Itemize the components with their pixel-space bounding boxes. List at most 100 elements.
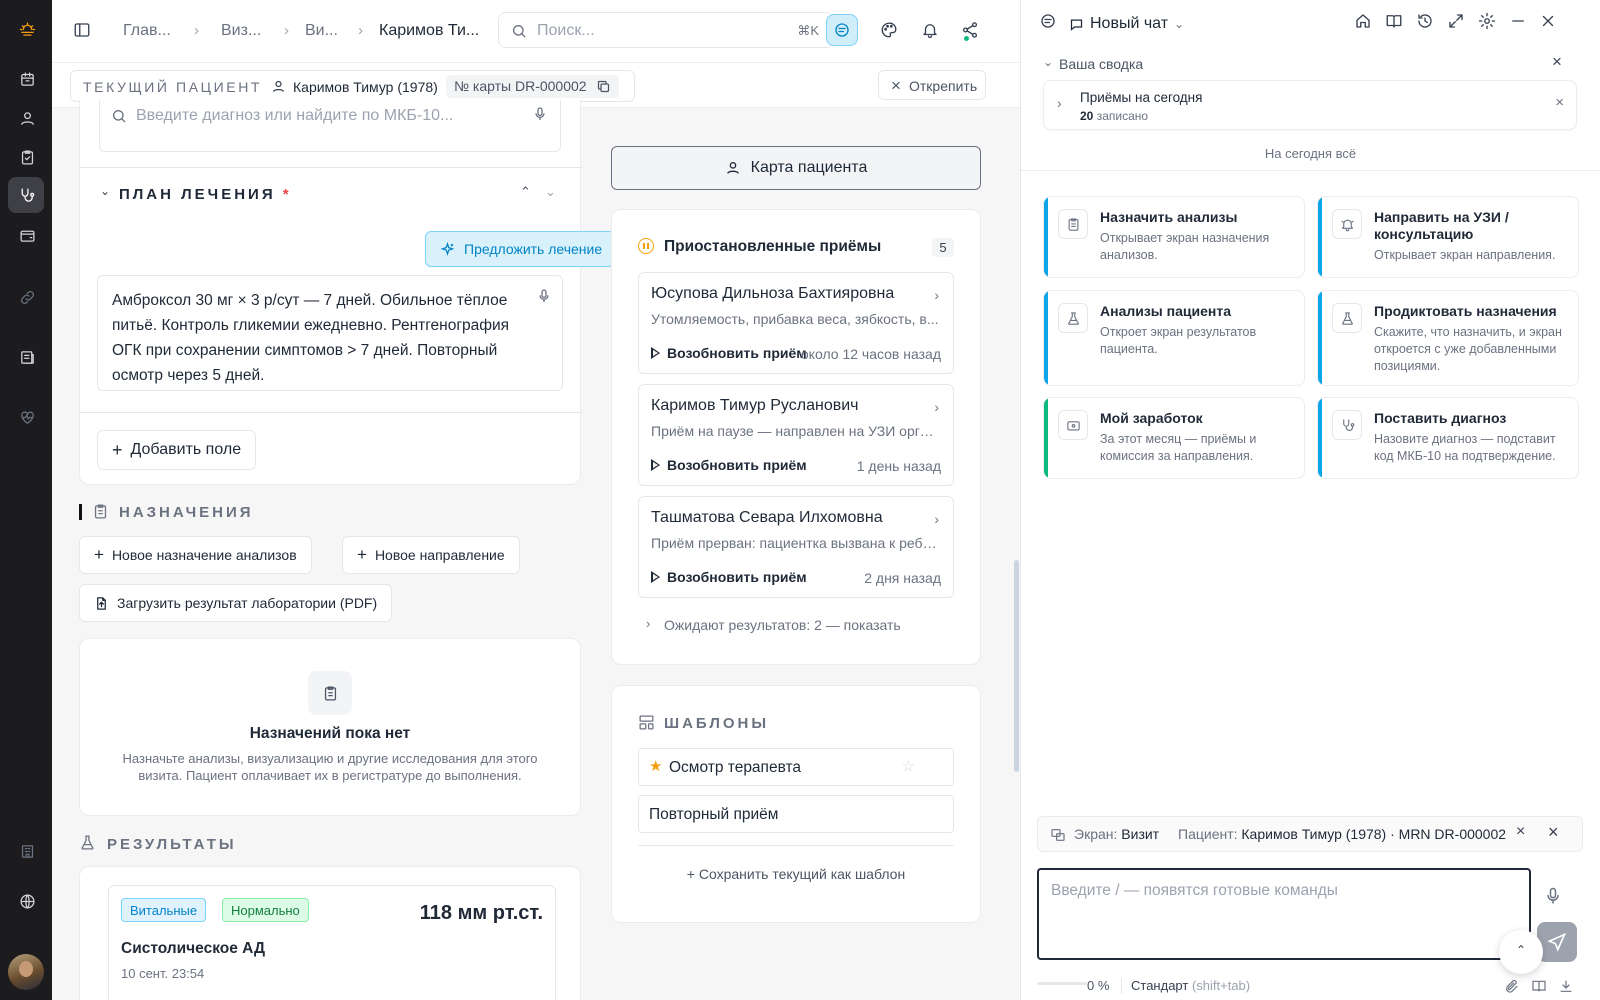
awaiting-results-toggle[interactable]: Ожидают результатов: 2 — показать xyxy=(664,617,901,633)
quick-action-tile[interactable]: Назначить анализы Открывает экран назнач… xyxy=(1043,196,1305,278)
scroll-to-top-button[interactable]: ⌃ xyxy=(1499,930,1543,974)
expand-icon[interactable] xyxy=(1447,12,1469,34)
result-date: 10 сент. 23:54 xyxy=(121,966,205,981)
suspended-reason: Приём на паузе — направлен на УЗИ орган.… xyxy=(651,423,941,439)
gear-icon[interactable] xyxy=(1478,12,1500,34)
star-filled-icon[interactable]: ★ xyxy=(649,757,662,775)
mic-icon[interactable] xyxy=(532,106,548,122)
search-placeholder: Поиск... xyxy=(537,22,595,39)
stethoscope-icon[interactable] xyxy=(8,177,44,213)
template-name: Осмотр терапевта xyxy=(669,759,802,776)
heart-pulse-icon[interactable] xyxy=(14,404,40,430)
new-referral-button[interactable]: + Новое направление xyxy=(342,536,520,574)
minimize-icon[interactable] xyxy=(1509,12,1531,34)
resume-visit-button[interactable]: Возобновить приём xyxy=(651,457,807,473)
sun-logo-icon[interactable] xyxy=(14,16,40,42)
calendar-icon[interactable] xyxy=(14,66,40,92)
close-icon[interactable]: × xyxy=(1555,94,1564,111)
globe-icon[interactable] xyxy=(14,888,40,914)
quick-action-tile[interactable]: Анализы пациента Откроет экран результат… xyxy=(1043,290,1305,386)
wallet-icon xyxy=(1058,410,1088,440)
quick-action-tile[interactable]: Мой заработок За этот месяц — приёмы и к… xyxy=(1043,397,1305,479)
unpin-button[interactable]: × Открепить xyxy=(878,70,986,100)
suspended-visit-card[interactable]: Ташматова Севара Илхомовна › Приём прерв… xyxy=(638,496,954,598)
divider xyxy=(1021,170,1600,171)
suspended-visit-card[interactable]: Юсупова Дильноза Бахтияровна › Утомляемо… xyxy=(638,272,954,374)
save-template-button[interactable]: + Сохранить текущий как шаблон xyxy=(638,866,954,882)
chevron-right-icon: › xyxy=(194,22,199,39)
remove-patient-icon[interactable]: × xyxy=(1516,823,1525,841)
diagnosis-search-input[interactable]: Введите диагноз или найдите по МКБ-10... xyxy=(99,100,561,152)
palette-icon[interactable] xyxy=(873,14,905,46)
tile-desc: Скажите, что назначить, и экран откроетс… xyxy=(1374,325,1562,373)
suspended-count-badge: 5 xyxy=(932,238,954,257)
result-card[interactable]: Витальные Нормально 118 мм рт.ст. Систол… xyxy=(108,885,556,1000)
quick-action-tile[interactable]: Продиктовать назначения Скажите, что наз… xyxy=(1317,290,1579,386)
close-icon[interactable] xyxy=(1539,12,1561,34)
close-icon[interactable]: × xyxy=(1552,52,1562,72)
breadcrumb-visits[interactable]: Виз... xyxy=(221,22,261,40)
suspended-visit-card[interactable]: Каримов Тимур Русланович › Приём на пауз… xyxy=(638,384,954,486)
chat-title-dropdown[interactable]: Новый чат ⌄ xyxy=(1069,13,1184,35)
avatar[interactable] xyxy=(8,954,44,990)
new-lab-order-button[interactable]: + Новое назначение анализов xyxy=(79,536,312,574)
add-field-button[interactable]: + Добавить поле xyxy=(97,430,257,470)
patient-card-button[interactable]: Карта пациента xyxy=(611,146,981,190)
template-item[interactable]: Повторный приём xyxy=(638,795,954,833)
upload-lab-pdf-button[interactable]: Загрузить результат лаборатории (PDF) xyxy=(79,584,393,622)
copy-icon[interactable] xyxy=(596,79,611,94)
patient-name: Каримов Тимур (1978) xyxy=(293,79,438,95)
book-icon[interactable] xyxy=(1531,978,1547,994)
chevron-down-icon[interactable]: ⌄ xyxy=(1043,55,1053,69)
chevron-right-icon: › xyxy=(934,287,939,303)
chat-input[interactable]: Введите / — появятся готовые команды xyxy=(1037,868,1531,960)
header: Глав... › Виз... › Ви... › Каримов Ти...… xyxy=(52,0,1020,62)
layout-template-icon xyxy=(639,715,654,730)
user-icon[interactable] xyxy=(14,105,40,131)
template-item[interactable]: ★ Осмотр терапевта ☆ xyxy=(638,748,954,786)
building-icon[interactable] xyxy=(14,838,40,864)
link-icon[interactable] xyxy=(14,284,40,310)
suspended-time: около 12 часов назад xyxy=(800,346,941,362)
plus-icon: + xyxy=(686,866,699,882)
close-icon[interactable]: × xyxy=(1548,822,1559,843)
star-outline-icon[interactable]: ☆ xyxy=(902,757,915,775)
user-icon xyxy=(726,162,739,174)
mic-icon[interactable] xyxy=(536,288,552,304)
send-button[interactable] xyxy=(1537,922,1577,962)
suspended-patient-name: Ташматова Севара Илхомовна xyxy=(651,509,883,526)
bell-icon[interactable] xyxy=(914,14,946,46)
collapse-chevron-icon[interactable]: ⌄ xyxy=(100,184,110,198)
move-up-icon[interactable]: ⌃ xyxy=(520,184,531,200)
home-icon[interactable] xyxy=(1354,12,1376,34)
book-icon[interactable] xyxy=(1385,12,1407,34)
paperclip-icon[interactable] xyxy=(1504,978,1520,994)
treatment-plan-textarea[interactable]: Амброксол 30 мг × 3 р/сут — 7 дней. Обил… xyxy=(97,275,563,391)
chat-toggle-button[interactable] xyxy=(826,14,858,46)
resume-visit-button[interactable]: Возобновить приём xyxy=(651,345,807,361)
mic-icon[interactable] xyxy=(1543,886,1563,906)
resume-visit-button[interactable]: Возобновить приём xyxy=(651,569,807,585)
suggest-treatment-button[interactable]: Предложить лечение xyxy=(425,231,615,267)
move-down-icon[interactable]: ⌄ xyxy=(545,184,556,200)
receipt-icon[interactable] xyxy=(14,344,40,370)
flask-icon xyxy=(1332,303,1362,333)
today-appointments-card[interactable]: › Приёмы на сегодня 20 записано × xyxy=(1043,80,1577,130)
wallet-icon[interactable] xyxy=(14,222,40,248)
breadcrumb-visit[interactable]: Ви... xyxy=(305,22,338,40)
history-icon[interactable] xyxy=(1416,12,1438,34)
mode-selector[interactable]: Стандарт (shift+tab) xyxy=(1131,978,1250,993)
quick-action-tile[interactable]: Поставить диагноз Назовите диагноз — под… xyxy=(1317,397,1579,479)
context-patient-chip[interactable]: Пациент: Каримов Тимур (1978) · MRN DR-0… xyxy=(1178,826,1506,842)
share-icon[interactable] xyxy=(954,14,986,46)
clipboard-icon xyxy=(1058,209,1088,239)
quick-action-tile[interactable]: Направить на УЗИ / консультацию Открывае… xyxy=(1317,196,1579,278)
breadcrumb-home[interactable]: Глав... xyxy=(123,22,171,40)
download-icon[interactable] xyxy=(1558,978,1574,994)
scrollbar-thumb[interactable] xyxy=(1014,560,1019,772)
message-icon xyxy=(1070,19,1083,31)
clipboard-check-icon[interactable] xyxy=(14,144,40,170)
orders-title: НАЗНАЧЕНИЯ xyxy=(119,504,254,521)
search-input[interactable]: Поиск... ⌘K xyxy=(498,12,834,48)
sidebar-toggle-icon[interactable] xyxy=(66,14,98,46)
